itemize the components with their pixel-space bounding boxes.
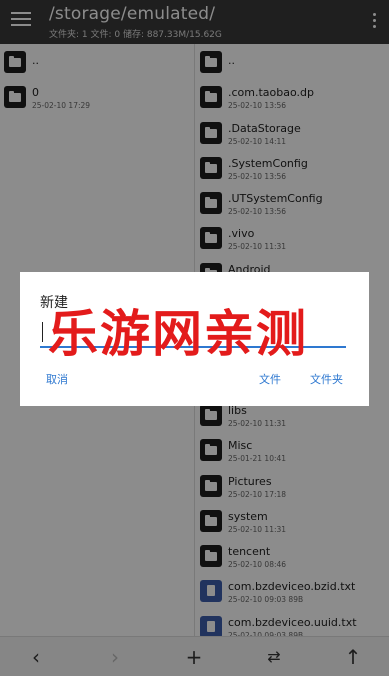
text-cursor bbox=[42, 322, 43, 342]
new-folder-button[interactable]: 文件夹 bbox=[310, 371, 343, 387]
new-file-button[interactable]: 文件 bbox=[259, 371, 281, 387]
cancel-button[interactable]: 取消 bbox=[46, 371, 68, 387]
watermark-text: 乐游网亲测 bbox=[48, 305, 308, 363]
